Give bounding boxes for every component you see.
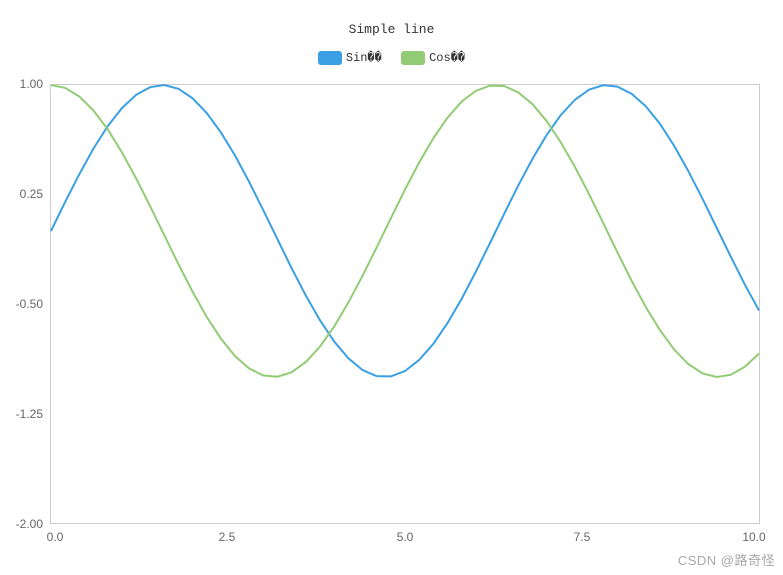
x-tick-0: 0.0	[47, 530, 64, 544]
y-tick-4: -2.00	[0, 517, 43, 531]
chart-svg	[51, 85, 759, 523]
legend-marker-cos	[401, 51, 425, 65]
line-cos[interactable]	[51, 85, 759, 377]
y-tick-0: 1.00	[0, 77, 43, 91]
legend-marker-sin	[318, 51, 342, 65]
legend-item-sin[interactable]: Sin��	[318, 50, 382, 65]
x-tick-1: 2.5	[219, 530, 236, 544]
chart-legend: Sin�� Cos��	[0, 50, 783, 69]
chart-title: Simple line	[0, 22, 783, 37]
x-tick-4: 10.0	[742, 530, 765, 544]
legend-item-cos[interactable]: Cos��	[401, 50, 465, 65]
line-sin[interactable]	[51, 85, 759, 376]
y-tick-3: -1.25	[0, 407, 43, 421]
x-tick-2: 5.0	[397, 530, 414, 544]
legend-label-cos: Cos��	[429, 50, 465, 65]
chart-container: Simple line Sin�� Cos�� 1.00 0.25 -0.50 …	[0, 0, 783, 575]
y-tick-2: -0.50	[0, 297, 43, 311]
watermark-text: CSDN @路奇怪	[678, 550, 775, 569]
legend-label-sin: Sin��	[346, 50, 382, 65]
y-tick-1: 0.25	[0, 187, 43, 201]
x-tick-3: 7.5	[574, 530, 591, 544]
plot-area[interactable]	[50, 84, 760, 524]
